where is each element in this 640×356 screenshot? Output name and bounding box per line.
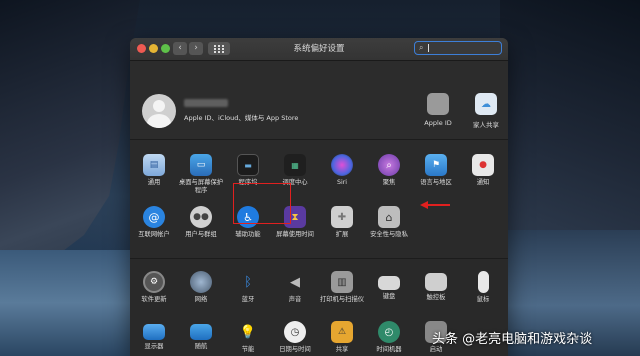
pref-general[interactable]: ▤ 通用 [130, 154, 178, 187]
pref-sidecar[interactable]: 随航 [177, 321, 225, 351]
pref-security-privacy[interactable]: ⌂ 安全性与隐私 [365, 206, 413, 239]
sound-icon: ◀ [290, 274, 300, 290]
search-input[interactable]: ⌕ [414, 41, 502, 55]
pref-sharing-label: 共享 [335, 346, 349, 353]
energy-saver-icon: 💡 [239, 324, 257, 340]
pref-keyboard[interactable]: 键盘 [365, 271, 413, 301]
pref-displays[interactable]: 显示器 [130, 321, 178, 351]
avatar[interactable] [142, 94, 176, 128]
pref-accessibility-label: 辅助功能 [235, 231, 261, 238]
pref-users-label: 用户与群组 [185, 231, 217, 238]
date-time-icon: ◷ [284, 321, 306, 343]
highlight-box [233, 183, 291, 224]
mouse-icon [477, 271, 489, 293]
pref-spotlight-label: 聚焦 [382, 179, 396, 186]
general-icon: ▤ [143, 154, 165, 176]
pref-trackpad-label: 触控板 [426, 294, 446, 301]
pref-sidecar-label: 随航 [194, 343, 208, 350]
pref-date-time[interactable]: ◷ 日期与时间 [271, 321, 319, 354]
pref-displays-label: 显示器 [144, 343, 164, 350]
pref-language-label: 语言与地区 [420, 179, 452, 186]
pref-printers-scanners[interactable]: ▥ 打印机与扫描仪 [318, 271, 366, 304]
pref-spotlight[interactable]: ⌕ 聚焦 [365, 154, 413, 187]
bluetooth-icon: ᛒ [244, 274, 252, 290]
apple-id-pref[interactable]: Apple ID [412, 93, 464, 127]
user-name-blurred [184, 99, 228, 107]
pref-screentime-label: 屏幕使用时间 [276, 231, 314, 238]
users-groups-icon: ●● [190, 206, 212, 228]
pref-desktop-label: 桌面与屏幕保护程序 [178, 179, 224, 194]
network-icon [190, 271, 212, 293]
pref-startup-label: 启动 [429, 346, 443, 353]
pref-mouse-label: 鼠标 [476, 296, 490, 303]
pref-sound[interactable]: ◀ 声音 [271, 271, 319, 304]
annotation-arrow-icon [420, 201, 450, 209]
pref-internet-label: 互联网帐户 [138, 231, 170, 238]
pref-language-region[interactable]: ⚑ 语言与地区 [412, 154, 460, 187]
pref-time-machine[interactable]: ◴ 时间机器 [365, 321, 413, 354]
pref-users-groups[interactable]: ●● 用户与群组 [177, 206, 225, 239]
spotlight-icon: ⌕ [378, 154, 400, 176]
dock-icon: ▬ [237, 154, 259, 176]
pref-network-label: 网络 [194, 296, 208, 303]
extensions-icon: ✚ [331, 206, 353, 228]
trackpad-icon [425, 273, 447, 291]
pref-energy-saver[interactable]: 💡 节能 [224, 321, 272, 354]
pref-extensions-label: 扩展 [335, 231, 349, 238]
time-machine-icon: ◴ [378, 321, 400, 343]
desktop-wallpaper-sea-left [0, 250, 140, 356]
sharing-icon: ⚠ [331, 321, 353, 343]
pref-extensions[interactable]: ✚ 扩展 [318, 206, 366, 239]
pref-keyboard-label: 键盘 [382, 293, 396, 300]
pref-bluetooth[interactable]: ᛒ 蓝牙 [224, 271, 272, 304]
pref-sharing[interactable]: ⚠ 共享 [318, 321, 366, 354]
family-sharing-pref[interactable]: ☁ 家人共享 [460, 93, 508, 129]
account-section: Apple ID、iCloud、媒体与 App Store Apple ID ☁… [130, 61, 508, 140]
pref-desktop-screensaver[interactable]: ▭ 桌面与屏幕保护程序 [177, 154, 225, 195]
watermark: 头条 @老亮电脑和游戏杂谈 [432, 332, 593, 347]
family-sharing-label: 家人共享 [473, 121, 499, 129]
pref-energy-label: 节能 [241, 346, 255, 353]
keyboard-icon [378, 276, 400, 290]
search-icon: ⌕ [419, 43, 424, 52]
software-update-icon: ⚙ [143, 271, 165, 293]
apple-icon [427, 93, 449, 115]
desktop-screensaver-icon: ▭ [190, 154, 212, 176]
mission-control-icon: ▦ [284, 154, 306, 176]
system-preferences-window: ‹ › 系统偏好设置 ⌕ Apple ID、iCloud、媒体与 App Sto… [130, 38, 508, 356]
language-region-icon: ⚑ [425, 154, 447, 176]
pref-timemachine-label: 时间机器 [376, 346, 402, 353]
security-privacy-icon: ⌂ [378, 206, 400, 228]
pref-security-label: 安全性与隐私 [370, 231, 408, 238]
internet-accounts-icon: @ [143, 206, 165, 228]
pref-sound-label: 声音 [288, 296, 302, 303]
pref-network[interactable]: 网络 [177, 271, 225, 304]
pref-printers-label: 打印机与扫描仪 [319, 296, 365, 303]
family-sharing-icon: ☁ [475, 93, 497, 115]
pref-general-label: 通用 [147, 179, 161, 186]
notifications-icon: ● [472, 154, 494, 176]
text-caret [428, 44, 429, 52]
pref-notifications-label: 通知 [476, 179, 490, 186]
pref-notifications[interactable]: ● 通知 [459, 154, 507, 187]
pref-trackpad[interactable]: 触控板 [412, 271, 460, 302]
pref-siri-label: Siri [336, 179, 348, 186]
pref-software-update[interactable]: ⚙ 软件更新 [130, 271, 178, 304]
pref-datetime-label: 日期与时间 [279, 346, 311, 353]
pref-update-label: 软件更新 [141, 296, 167, 303]
printer-scanner-icon: ▥ [331, 271, 353, 293]
pref-bluetooth-label: 蓝牙 [241, 296, 255, 303]
pref-mouse[interactable]: 鼠标 [459, 271, 507, 304]
pref-internet-accounts[interactable]: @ 互联网帐户 [130, 206, 178, 239]
apple-id-label: Apple ID [424, 119, 452, 127]
title-bar: ‹ › 系统偏好设置 ⌕ [130, 38, 508, 61]
account-subtitle: Apple ID、iCloud、媒体与 App Store [184, 114, 299, 122]
sidecar-icon [190, 324, 212, 340]
pref-siri[interactable]: Siri [318, 154, 366, 187]
displays-icon [143, 324, 165, 340]
siri-icon [331, 154, 353, 176]
